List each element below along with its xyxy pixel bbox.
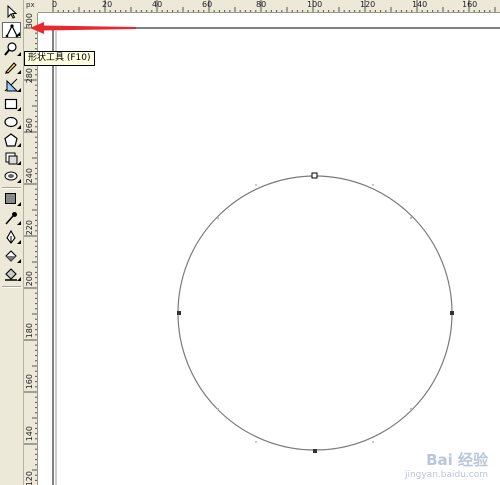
polygon-tool-button[interactable] [2, 132, 21, 148]
watermark-brand: Bai 经验 [426, 451, 488, 469]
arrow-pointer-icon [7, 4, 18, 19]
h-tick-label: 0 [52, 0, 58, 9]
ruler-origin-corner[interactable]: px [24, 0, 38, 13]
v-tick-label: 200 [25, 271, 34, 287]
flyout-indicator-icon [17, 240, 21, 244]
flyout-indicator-icon [17, 88, 21, 92]
h-tick-label: 120 [360, 0, 376, 9]
watermark: Bai 经验 jingyan.baidu.com [405, 449, 488, 480]
h-tick-label: 80 [256, 0, 267, 9]
flyout-indicator-icon [17, 202, 21, 206]
horizontal-ruler[interactable]: 0 20 40 60 80 100 120 140 160 [38, 0, 500, 13]
smart-fill-tool-button[interactable] [2, 77, 21, 93]
flyout-indicator-icon [16, 32, 20, 36]
v-tick-label: 260 [25, 118, 34, 134]
interactive-fill-tool-button[interactable] [2, 266, 21, 282]
flyout-indicator-icon [17, 259, 21, 263]
circle-node-right[interactable] [450, 311, 454, 315]
vertical-ruler[interactable]: 300 280 260 240 220 200 180 160 140 120 [24, 13, 38, 485]
h-tick-label: 60 [202, 0, 213, 9]
flyout-indicator-icon [17, 277, 21, 281]
flyout-indicator-icon [17, 161, 21, 165]
annotation-arrow-icon [30, 22, 136, 34]
flyout-indicator-icon [17, 143, 21, 147]
toolbox [0, 0, 24, 485]
rectangle-tool-button[interactable] [2, 96, 21, 112]
v-tick-label: 140 [25, 426, 34, 442]
circle-node-bottom[interactable] [313, 449, 317, 453]
ruler-unit-label: px [26, 1, 35, 9]
tool-tooltip: 形状工具 (F10) [24, 51, 95, 66]
flyout-indicator-icon [17, 52, 21, 56]
pick-tool-button[interactable] [2, 4, 21, 20]
v-tick-label: 280 [25, 68, 34, 84]
h-tick-label: 100 [307, 0, 323, 9]
v-tick-label: 240 [25, 168, 34, 184]
v-tick-label: 160 [25, 374, 34, 390]
flyout-indicator-icon [17, 221, 21, 225]
circle-node-left[interactable] [177, 311, 181, 315]
circle-node-top[interactable] [311, 172, 318, 179]
outline-tool-button[interactable] [2, 191, 21, 207]
basic-shapes-tool-button[interactable] [2, 150, 21, 166]
flyout-indicator-icon [17, 125, 21, 129]
h-tick-label: 140 [412, 0, 428, 9]
v-tick-label: 180 [25, 323, 34, 339]
shape-tool-button[interactable] [2, 22, 21, 38]
interactive-blend-tool-button[interactable] [2, 168, 21, 184]
flyout-indicator-icon [17, 70, 21, 74]
h-tick-label: 20 [102, 0, 113, 9]
ellipse-tool-button[interactable] [2, 114, 21, 130]
h-tick-label: 40 [152, 0, 163, 9]
flyout-indicator-icon [17, 107, 21, 111]
pen-outline-tool-button[interactable] [2, 229, 21, 245]
document-page [52, 27, 500, 485]
v-tick-label: 220 [25, 220, 34, 236]
zoom-tool-button[interactable] [2, 41, 21, 57]
fill-tool-button[interactable] [2, 248, 21, 264]
flyout-indicator-icon [17, 179, 21, 183]
toolbox-divider [2, 286, 21, 288]
h-tick-label: 160 [462, 0, 478, 9]
eyedropper-tool-button[interactable] [2, 210, 21, 226]
freehand-tool-button[interactable] [2, 59, 21, 75]
vertical-ruler-ticks [24, 27, 37, 481]
shape-tool-icon [5, 24, 19, 38]
drawing-canvas[interactable]: Bai 经验 jingyan.baidu.com [38, 13, 500, 485]
control-handles [216, 184, 413, 443]
watermark-url: jingyan.baidu.com [404, 470, 488, 480]
v-tick-label: 120 [25, 471, 34, 485]
toolbox-divider [2, 187, 21, 189]
